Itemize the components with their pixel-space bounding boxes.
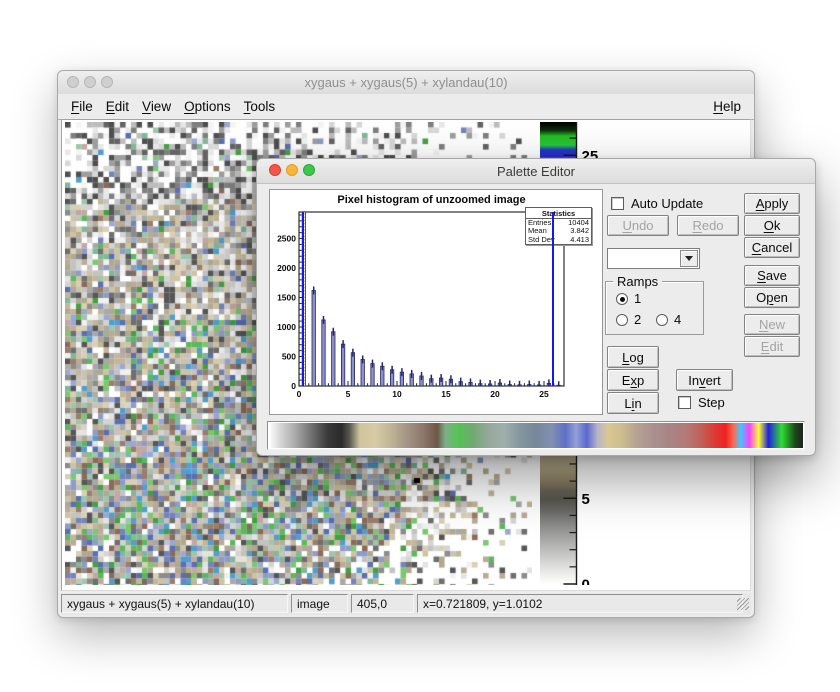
svg-text:15: 15 xyxy=(441,389,451,399)
desktop: xygaus + xygaus(5) + xylandau(10) File E… xyxy=(0,0,840,692)
svg-text:2000: 2000 xyxy=(277,263,296,273)
palette-select[interactable] xyxy=(607,248,700,269)
menubar: File Edit View Options Tools Help xyxy=(58,94,754,120)
log-button[interactable]: Log xyxy=(607,346,659,368)
status-object: image xyxy=(291,594,348,613)
chevron-down-icon xyxy=(685,256,693,261)
ok-button[interactable]: Ok xyxy=(744,215,800,236)
ramps-radio-1[interactable] xyxy=(616,293,628,305)
open-button[interactable]: Open xyxy=(744,287,800,308)
palette-select-dropdown-button[interactable] xyxy=(680,250,698,267)
menu-help[interactable]: Help xyxy=(713,99,741,114)
exp-button[interactable]: Exp xyxy=(607,369,659,391)
svg-text:20: 20 xyxy=(490,389,500,399)
palette-gradient-bar[interactable] xyxy=(269,423,803,448)
invert-button[interactable]: Invert xyxy=(676,369,733,391)
lin-button[interactable]: Lin xyxy=(607,392,659,414)
menu-file[interactable]: File xyxy=(71,99,93,114)
status-title: xygaus + xygaus(5) + xylandau(10) xyxy=(61,594,288,613)
cancel-button[interactable]: Cancel xyxy=(744,237,800,258)
menu-view[interactable]: View xyxy=(142,99,171,114)
palette-editor-window: Palette Editor Pixel histogram of unzoom… xyxy=(256,158,816,456)
range-marker-right[interactable] xyxy=(552,212,554,386)
status-pixel: 405,0 xyxy=(351,594,414,613)
svg-text:1500: 1500 xyxy=(277,293,296,303)
ramps-radio-2[interactable] xyxy=(616,314,628,326)
stats-stddev: Std Dev4.413 xyxy=(526,236,591,244)
svg-text:10: 10 xyxy=(392,389,402,399)
window-title: xygaus + xygaus(5) + xylandau(10) xyxy=(58,71,754,94)
save-button[interactable]: Save xyxy=(744,265,800,286)
step-label: Step xyxy=(698,395,725,410)
statistics-box[interactable]: Statistics Entries10404 Mean3.842 Std De… xyxy=(525,207,592,245)
menu-edit[interactable]: Edit xyxy=(106,99,129,114)
ramps-group: Ramps 1 2 4 xyxy=(605,281,704,335)
svg-text:1000: 1000 xyxy=(277,322,296,332)
main-titlebar[interactable]: xygaus + xygaus(5) + xylandau(10) xyxy=(58,71,754,95)
resize-grip[interactable] xyxy=(737,598,749,610)
apply-button[interactable]: Apply xyxy=(744,193,800,214)
palette-select-value xyxy=(610,251,681,266)
svg-text:5: 5 xyxy=(582,491,590,508)
dialog-titlebar[interactable]: Palette Editor xyxy=(257,159,815,184)
menu-tools[interactable]: Tools xyxy=(244,99,276,114)
ramps-radio-4[interactable] xyxy=(656,314,668,326)
edit-button[interactable]: Edit xyxy=(744,336,800,357)
svg-text:5: 5 xyxy=(346,389,351,399)
step-checkbox[interactable] xyxy=(678,396,691,409)
svg-text:0: 0 xyxy=(582,577,590,586)
new-button[interactable]: New xyxy=(744,314,800,335)
statusbar: xygaus + xygaus(5) + xylandau(10) image … xyxy=(61,594,751,615)
dialog-title: Palette Editor xyxy=(257,159,815,183)
menu-options[interactable]: Options xyxy=(184,99,231,114)
auto-update-label: Auto Update xyxy=(631,196,703,211)
svg-text:Pixel histogram of unzoomed im: Pixel histogram of unzoomed image xyxy=(337,194,525,206)
histogram-panel: Pixel histogram of unzoomed image0500100… xyxy=(269,189,603,415)
svg-text:0: 0 xyxy=(297,389,302,399)
auto-update-checkbox[interactable] xyxy=(611,197,624,210)
status-coords: x=0.721809, y=1.0102 xyxy=(417,594,743,613)
redo-button[interactable]: Redo xyxy=(677,215,739,236)
svg-text:25: 25 xyxy=(539,389,549,399)
ramps-label: Ramps xyxy=(613,274,662,289)
svg-text:500: 500 xyxy=(282,352,296,362)
palette-gradient-frame xyxy=(267,421,805,450)
svg-text:0: 0 xyxy=(291,381,296,391)
undo-button[interactable]: Undo xyxy=(607,215,669,236)
svg-text:2500: 2500 xyxy=(277,234,296,244)
range-marker-left[interactable] xyxy=(302,212,304,386)
